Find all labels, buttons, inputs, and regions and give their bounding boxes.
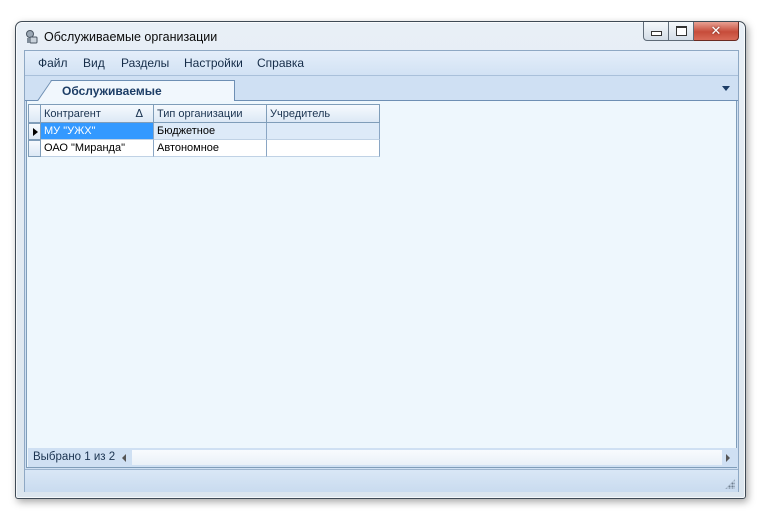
scroll-right-icon[interactable] bbox=[726, 454, 730, 462]
header-corner bbox=[28, 104, 41, 123]
column-header-org-type[interactable]: Тип организации bbox=[154, 104, 267, 123]
cell-org-type[interactable]: Бюджетное bbox=[154, 123, 267, 140]
tab-strip: Обслуживаемые организации bbox=[25, 76, 738, 101]
column-header-label: Тип организации bbox=[157, 108, 243, 120]
menu-settings[interactable]: Настройки bbox=[184, 56, 243, 70]
cell-founder[interactable] bbox=[267, 140, 380, 157]
client-area: Файл Вид Разделы Настройки Справка Обслу… bbox=[24, 50, 739, 492]
column-header-label: Учредитель bbox=[270, 108, 331, 120]
scroll-left-icon[interactable] bbox=[122, 454, 126, 462]
sort-ascending-icon: Δ bbox=[135, 107, 143, 120]
tab-organizations[interactable]: Обслуживаемые организации bbox=[37, 80, 235, 101]
maximize-button[interactable] bbox=[669, 22, 694, 41]
maximize-icon bbox=[675, 26, 687, 36]
close-icon: ✕ bbox=[710, 23, 722, 39]
cell-org-type[interactable]: Автономное bbox=[154, 140, 267, 157]
menu-bar: Файл Вид Разделы Настройки Справка bbox=[25, 51, 738, 76]
close-button[interactable]: ✕ bbox=[694, 22, 739, 41]
tab-edge bbox=[37, 80, 52, 101]
column-header-label: Контрагент bbox=[44, 108, 101, 120]
window-status-bar bbox=[25, 469, 738, 492]
tab-list-dropdown-icon[interactable] bbox=[722, 86, 730, 91]
resize-grip-icon[interactable] bbox=[725, 479, 735, 489]
column-header-founder[interactable]: Учредитель bbox=[267, 104, 380, 123]
window-title: Обслуживаемые организации bbox=[44, 30, 218, 44]
current-row-arrow-icon bbox=[33, 128, 38, 136]
selection-status: Выбрано 1 из 2 bbox=[33, 451, 116, 463]
content-panel: Контрагент Δ Тип организации Учредитель … bbox=[26, 101, 737, 468]
window-controls: ✕ bbox=[643, 22, 739, 42]
row-indicator[interactable] bbox=[28, 140, 41, 157]
horizontal-scrollbar[interactable] bbox=[132, 450, 722, 465]
app-icon bbox=[26, 30, 38, 44]
cell-founder[interactable] bbox=[267, 123, 380, 140]
menu-help[interactable]: Справка bbox=[257, 56, 304, 70]
column-header-counterparty[interactable]: Контрагент Δ bbox=[41, 104, 154, 123]
main-window: Обслуживаемые организации ✕ Файл Вид Раз… bbox=[15, 21, 746, 499]
menu-file[interactable]: Файл bbox=[38, 56, 68, 70]
minimize-icon bbox=[650, 31, 662, 36]
menu-sections[interactable]: Разделы bbox=[121, 56, 169, 70]
menu-view[interactable]: Вид bbox=[83, 56, 105, 70]
cell-counterparty[interactable]: ОАО "Миранда" bbox=[41, 140, 154, 157]
cell-counterparty[interactable]: МУ "УЖХ" bbox=[41, 123, 154, 140]
grid-status-bar: Выбрано 1 из 2 bbox=[28, 448, 737, 467]
title-bar[interactable]: Обслуживаемые организации ✕ bbox=[16, 22, 745, 50]
minimize-button[interactable] bbox=[643, 22, 669, 41]
row-indicator[interactable] bbox=[28, 123, 41, 140]
